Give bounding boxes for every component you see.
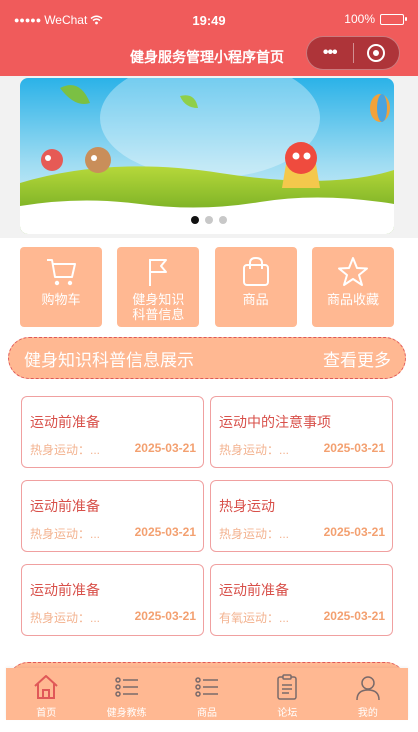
shortcut-label: 购物车 — [41, 292, 81, 307]
item-title: 运动前准备 — [30, 414, 100, 430]
shortcut-label: 商品 — [242, 292, 269, 307]
item-summary: 热身运动：... — [219, 443, 290, 457]
banner-carousel[interactable] — [0, 76, 418, 238]
item-date: 2025-03-21 — [323, 525, 385, 539]
list-item[interactable]: 热身运动 热身运动：... 2025-03-21 — [210, 480, 393, 552]
list-icon — [114, 677, 138, 697]
status-bar: ●●●●● WeChat 19:49 100% — [0, 0, 418, 36]
section-header: 健身知识科普信息展示 查看更多 — [8, 337, 406, 379]
tab-coach[interactable]: 健身教练 — [86, 668, 166, 720]
item-summary: 热身运动：... — [30, 611, 101, 625]
navigation-bar: 健身服务管理小程序首页 ••• — [0, 36, 418, 76]
clipboard-icon — [277, 674, 298, 700]
category-shortcuts: 购物车 健身知识 科普信息 商品 商品收藏 — [20, 247, 394, 327]
item-title: 运动前准备 — [30, 498, 100, 514]
shortcut-fitness-knowledge[interactable]: 健身知识 科普信息 — [117, 247, 200, 327]
tab-label: 我的 — [357, 708, 378, 719]
item-title: 运动中的注意事项 — [219, 414, 331, 430]
item-date: 2025-03-21 — [134, 441, 196, 455]
shortcut-cart[interactable]: 购物车 — [20, 247, 102, 327]
list-item[interactable]: 运动前准备 热身运动：... 2025-03-21 — [21, 396, 204, 468]
star-icon — [337, 257, 368, 286]
tab-home[interactable]: 首页 — [6, 668, 86, 720]
list-item[interactable]: 运动前准备 热身运动：... 2025-03-21 — [21, 564, 204, 636]
tab-label: 首页 — [36, 708, 57, 719]
bag-icon — [242, 256, 269, 286]
page-title: 健身服务管理小程序首页 — [130, 49, 284, 65]
carousel-dot[interactable] — [205, 216, 213, 224]
list-item[interactable]: 运动前准备 有氧运动：... 2025-03-21 — [210, 564, 393, 636]
carousel-dot[interactable] — [191, 216, 199, 224]
item-date: 2025-03-21 — [134, 609, 196, 623]
item-date: 2025-03-21 — [323, 609, 385, 623]
tab-bar: 首页 健身教练 商品 论坛 我的 — [6, 668, 408, 720]
tab-products[interactable]: 商品 — [167, 668, 247, 720]
view-more-link[interactable]: 查看更多 — [323, 346, 391, 371]
list-icon — [195, 677, 219, 697]
section-title: 健身知识科普信息展示 — [24, 350, 194, 370]
flag-icon — [149, 259, 168, 286]
shortcut-label: 商品收藏 — [326, 292, 379, 307]
battery-percent: 100% — [344, 12, 375, 26]
item-title: 运动前准备 — [30, 582, 100, 598]
item-date: 2025-03-21 — [323, 441, 385, 455]
item-summary: 热身运动：... — [30, 527, 101, 541]
shortcut-products[interactable]: 商品 — [214, 247, 297, 327]
ellipsis-icon[interactable]: ••• — [307, 36, 353, 70]
list-item[interactable]: 运动前准备 热身运动：... 2025-03-21 — [21, 480, 204, 552]
tab-label: 商品 — [197, 708, 218, 719]
target-icon[interactable] — [353, 44, 399, 62]
tab-profile[interactable]: 我的 — [328, 668, 408, 720]
cart-icon — [47, 259, 76, 286]
item-title: 运动前准备 — [219, 582, 289, 598]
item-summary: 热身运动：... — [219, 527, 290, 541]
tab-label: 论坛 — [277, 708, 298, 719]
mini-program-capsule: ••• — [306, 36, 400, 70]
user-icon — [356, 676, 380, 701]
shortcut-favorites[interactable]: 商品收藏 — [311, 247, 394, 327]
item-summary: 有氧运动：... — [219, 611, 290, 625]
item-date: 2025-03-21 — [134, 525, 196, 539]
battery-indicator: 100% — [344, 12, 407, 26]
carousel-dot[interactable] — [219, 216, 227, 224]
item-title: 热身运动 — [219, 498, 275, 514]
carousel-indicators — [0, 216, 418, 224]
home-icon — [34, 675, 58, 699]
shortcut-label: 健身知识 科普信息 — [132, 292, 185, 322]
tab-label: 健身教练 — [106, 708, 147, 719]
list-item[interactable]: 运动中的注意事项 热身运动：... 2025-03-21 — [210, 396, 393, 468]
banner-image[interactable] — [20, 78, 394, 234]
tab-forum[interactable]: 论坛 — [247, 668, 327, 720]
battery-icon — [380, 13, 407, 25]
item-summary: 热身运动：... — [30, 443, 101, 457]
